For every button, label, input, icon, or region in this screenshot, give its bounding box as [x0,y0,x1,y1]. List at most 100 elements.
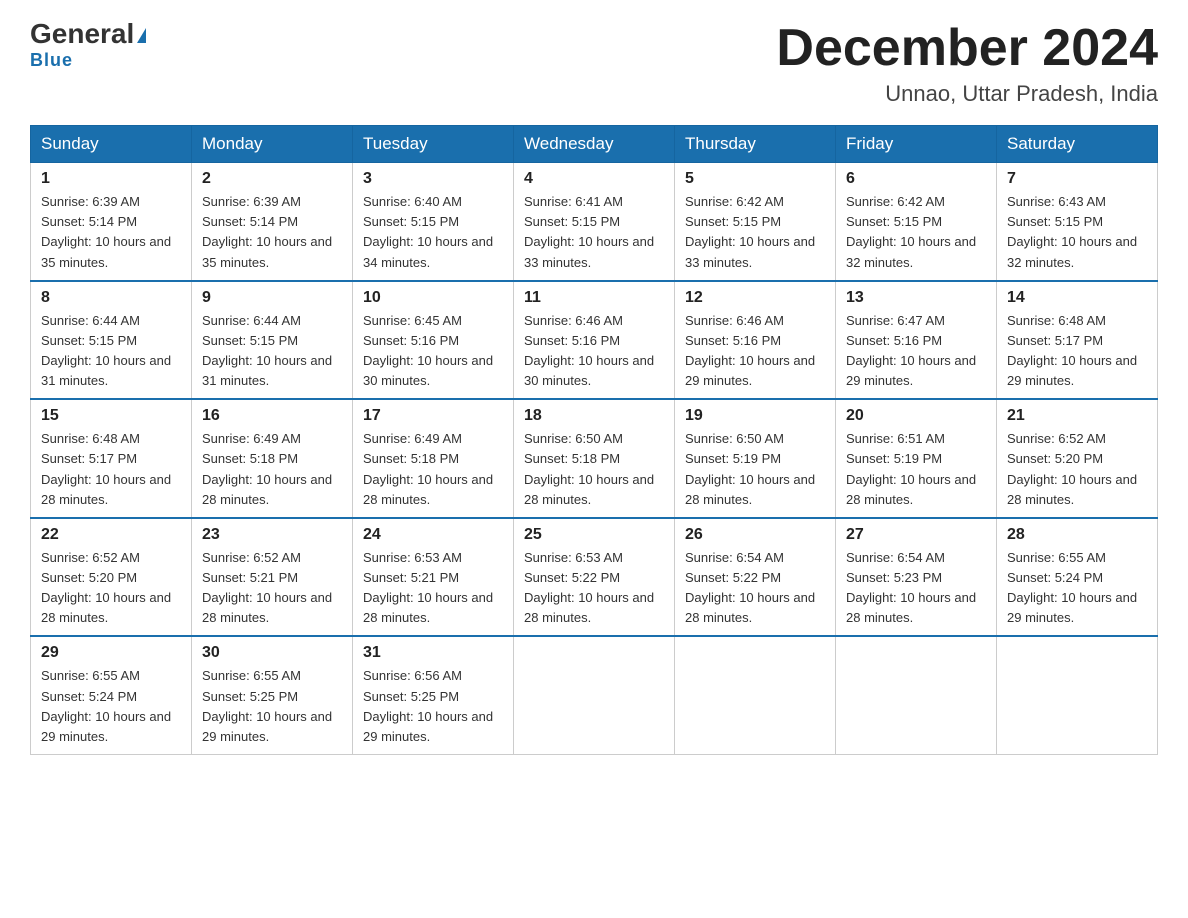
day-number: 1 [41,170,181,188]
calendar-cell [514,636,675,754]
day-info: Sunrise: 6:51 AMSunset: 5:19 PMDaylight:… [846,431,976,506]
day-info: Sunrise: 6:55 AMSunset: 5:24 PMDaylight:… [41,668,171,743]
calendar-cell [836,636,997,754]
day-info: Sunrise: 6:49 AMSunset: 5:18 PMDaylight:… [202,431,332,506]
day-number: 6 [846,170,986,188]
day-info: Sunrise: 6:49 AMSunset: 5:18 PMDaylight:… [363,431,493,506]
calendar-cell: 9 Sunrise: 6:44 AMSunset: 5:15 PMDayligh… [192,281,353,400]
day-info: Sunrise: 6:48 AMSunset: 5:17 PMDaylight:… [1007,313,1137,388]
logo-main: General [30,20,146,48]
calendar-cell: 4 Sunrise: 6:41 AMSunset: 5:15 PMDayligh… [514,163,675,281]
calendar-cell: 13 Sunrise: 6:47 AMSunset: 5:16 PMDaylig… [836,281,997,400]
calendar-cell: 18 Sunrise: 6:50 AMSunset: 5:18 PMDaylig… [514,399,675,518]
day-number: 10 [363,289,503,307]
day-info: Sunrise: 6:41 AMSunset: 5:15 PMDaylight:… [524,194,654,269]
day-number: 7 [1007,170,1147,188]
calendar-week-5: 29 Sunrise: 6:55 AMSunset: 5:24 PMDaylig… [31,636,1158,754]
day-info: Sunrise: 6:46 AMSunset: 5:16 PMDaylight:… [524,313,654,388]
day-info: Sunrise: 6:52 AMSunset: 5:21 PMDaylight:… [202,550,332,625]
logo: General Blue [30,20,146,71]
calendar-cell: 14 Sunrise: 6:48 AMSunset: 5:17 PMDaylig… [997,281,1158,400]
day-number: 16 [202,407,342,425]
day-number: 26 [685,526,825,544]
calendar-cell [997,636,1158,754]
title-section: December 2024 Unnao, Uttar Pradesh, Indi… [776,20,1158,107]
day-info: Sunrise: 6:42 AMSunset: 5:15 PMDaylight:… [846,194,976,269]
calendar-cell: 8 Sunrise: 6:44 AMSunset: 5:15 PMDayligh… [31,281,192,400]
calendar-cell: 28 Sunrise: 6:55 AMSunset: 5:24 PMDaylig… [997,518,1158,637]
calendar-cell [675,636,836,754]
calendar-header-row: SundayMondayTuesdayWednesdayThursdayFrid… [31,126,1158,163]
day-info: Sunrise: 6:52 AMSunset: 5:20 PMDaylight:… [41,550,171,625]
day-info: Sunrise: 6:54 AMSunset: 5:22 PMDaylight:… [685,550,815,625]
day-info: Sunrise: 6:54 AMSunset: 5:23 PMDaylight:… [846,550,976,625]
day-info: Sunrise: 6:44 AMSunset: 5:15 PMDaylight:… [202,313,332,388]
day-info: Sunrise: 6:47 AMSunset: 5:16 PMDaylight:… [846,313,976,388]
day-number: 31 [363,644,503,662]
day-number: 20 [846,407,986,425]
day-info: Sunrise: 6:50 AMSunset: 5:18 PMDaylight:… [524,431,654,506]
day-number: 2 [202,170,342,188]
calendar-cell: 5 Sunrise: 6:42 AMSunset: 5:15 PMDayligh… [675,163,836,281]
calendar-cell: 3 Sunrise: 6:40 AMSunset: 5:15 PMDayligh… [353,163,514,281]
calendar-week-1: 1 Sunrise: 6:39 AMSunset: 5:14 PMDayligh… [31,163,1158,281]
calendar-cell: 24 Sunrise: 6:53 AMSunset: 5:21 PMDaylig… [353,518,514,637]
calendar-header-tuesday: Tuesday [353,126,514,163]
calendar-cell: 16 Sunrise: 6:49 AMSunset: 5:18 PMDaylig… [192,399,353,518]
calendar-cell: 10 Sunrise: 6:45 AMSunset: 5:16 PMDaylig… [353,281,514,400]
day-number: 22 [41,526,181,544]
day-number: 12 [685,289,825,307]
calendar-cell: 17 Sunrise: 6:49 AMSunset: 5:18 PMDaylig… [353,399,514,518]
day-number: 24 [363,526,503,544]
day-info: Sunrise: 6:44 AMSunset: 5:15 PMDaylight:… [41,313,171,388]
calendar-cell: 12 Sunrise: 6:46 AMSunset: 5:16 PMDaylig… [675,281,836,400]
calendar-cell: 1 Sunrise: 6:39 AMSunset: 5:14 PMDayligh… [31,163,192,281]
day-number: 27 [846,526,986,544]
day-number: 5 [685,170,825,188]
day-info: Sunrise: 6:53 AMSunset: 5:22 PMDaylight:… [524,550,654,625]
calendar-cell: 19 Sunrise: 6:50 AMSunset: 5:19 PMDaylig… [675,399,836,518]
day-number: 21 [1007,407,1147,425]
calendar-cell: 15 Sunrise: 6:48 AMSunset: 5:17 PMDaylig… [31,399,192,518]
day-number: 23 [202,526,342,544]
calendar-cell: 23 Sunrise: 6:52 AMSunset: 5:21 PMDaylig… [192,518,353,637]
day-number: 28 [1007,526,1147,544]
day-number: 30 [202,644,342,662]
calendar-header-monday: Monday [192,126,353,163]
month-title: December 2024 [776,20,1158,77]
day-info: Sunrise: 6:55 AMSunset: 5:24 PMDaylight:… [1007,550,1137,625]
calendar-cell: 26 Sunrise: 6:54 AMSunset: 5:22 PMDaylig… [675,518,836,637]
calendar-cell: 29 Sunrise: 6:55 AMSunset: 5:24 PMDaylig… [31,636,192,754]
day-info: Sunrise: 6:53 AMSunset: 5:21 PMDaylight:… [363,550,493,625]
calendar-week-2: 8 Sunrise: 6:44 AMSunset: 5:15 PMDayligh… [31,281,1158,400]
day-info: Sunrise: 6:43 AMSunset: 5:15 PMDaylight:… [1007,194,1137,269]
day-number: 8 [41,289,181,307]
calendar-header-wednesday: Wednesday [514,126,675,163]
calendar-header-thursday: Thursday [675,126,836,163]
day-info: Sunrise: 6:40 AMSunset: 5:15 PMDaylight:… [363,194,493,269]
calendar-cell: 25 Sunrise: 6:53 AMSunset: 5:22 PMDaylig… [514,518,675,637]
day-number: 17 [363,407,503,425]
day-info: Sunrise: 6:50 AMSunset: 5:19 PMDaylight:… [685,431,815,506]
calendar-cell: 20 Sunrise: 6:51 AMSunset: 5:19 PMDaylig… [836,399,997,518]
calendar-cell: 22 Sunrise: 6:52 AMSunset: 5:20 PMDaylig… [31,518,192,637]
day-number: 13 [846,289,986,307]
day-number: 3 [363,170,503,188]
day-number: 11 [524,289,664,307]
day-number: 18 [524,407,664,425]
calendar-header-saturday: Saturday [997,126,1158,163]
logo-sub: Blue [30,50,73,71]
calendar-cell: 27 Sunrise: 6:54 AMSunset: 5:23 PMDaylig… [836,518,997,637]
calendar-cell: 7 Sunrise: 6:43 AMSunset: 5:15 PMDayligh… [997,163,1158,281]
day-info: Sunrise: 6:46 AMSunset: 5:16 PMDaylight:… [685,313,815,388]
calendar-header-sunday: Sunday [31,126,192,163]
day-number: 19 [685,407,825,425]
day-info: Sunrise: 6:39 AMSunset: 5:14 PMDaylight:… [202,194,332,269]
calendar-week-3: 15 Sunrise: 6:48 AMSunset: 5:17 PMDaylig… [31,399,1158,518]
calendar-table: SundayMondayTuesdayWednesdayThursdayFrid… [30,125,1158,755]
day-number: 14 [1007,289,1147,307]
day-info: Sunrise: 6:52 AMSunset: 5:20 PMDaylight:… [1007,431,1137,506]
day-number: 29 [41,644,181,662]
day-info: Sunrise: 6:45 AMSunset: 5:16 PMDaylight:… [363,313,493,388]
calendar-cell: 31 Sunrise: 6:56 AMSunset: 5:25 PMDaylig… [353,636,514,754]
